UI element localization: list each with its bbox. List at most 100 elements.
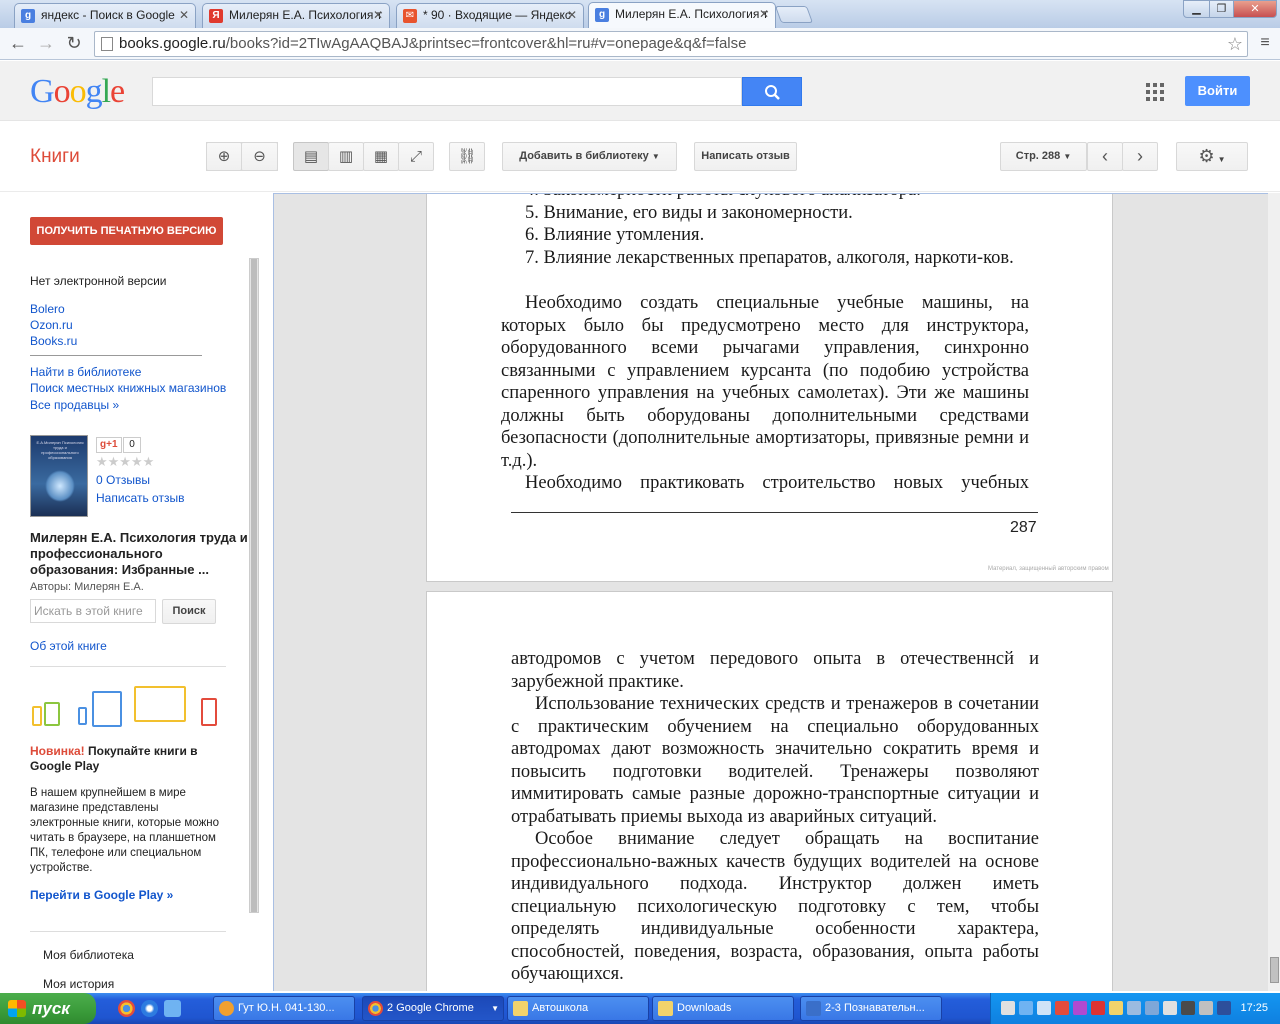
monitor-icon <box>134 686 186 722</box>
divider <box>30 931 226 932</box>
viewer-scrollbar[interactable] <box>1268 193 1280 991</box>
write-review-button[interactable]: Написать отзыв <box>694 142 797 171</box>
footer-rule <box>511 512 1038 513</box>
zoom-in-icon: ⊕ <box>217 148 231 165</box>
folder-icon <box>658 1001 673 1016</box>
app-quicklaunch-icon[interactable] <box>164 1000 181 1017</box>
clock: 17:25 <box>1240 1002 1268 1014</box>
tray-app-icon[interactable] <box>1199 1001 1213 1015</box>
local-stores-link[interactable]: Поиск местных книжных магазинов <box>30 380 226 396</box>
seller-link-ozon[interactable]: Ozon.ru <box>30 317 73 333</box>
zoom-in-button[interactable]: ⊕ <box>206 142 242 171</box>
tray-app-icon[interactable] <box>1145 1001 1159 1015</box>
sidebar-scrollbar[interactable] <box>249 258 259 913</box>
list-item: 5. Внимание, его виды и закономерности. <box>525 202 853 223</box>
seller-link-bolero[interactable]: Bolero <box>30 301 65 317</box>
get-print-version-button[interactable]: ПОЛУЧИТЬ ПЕЧАТНУЮ ВЕРСИЮ <box>30 217 223 245</box>
browser-tab-4-active[interactable]: g Милерян Е.А. Психология т ✕ <box>588 2 776 29</box>
close-tab-icon[interactable]: ✕ <box>373 8 383 22</box>
bookmark-star-icon[interactable]: ☆ <box>1227 32 1243 56</box>
google-search-input[interactable] <box>152 77 742 106</box>
reload-icon[interactable]: ↻ <box>62 32 86 56</box>
tray-app-icon[interactable] <box>1091 1001 1105 1015</box>
page-select[interactable]: Стр. 288 ▼ <box>1000 142 1087 171</box>
browser-tab-2[interactable]: Я Милерян Е.А. Психология т ✕ <box>202 3 390 28</box>
volume-icon[interactable] <box>1163 1001 1177 1015</box>
tray-app-icon[interactable] <box>1181 1001 1195 1015</box>
close-tab-icon[interactable]: ✕ <box>567 8 577 22</box>
taskbar-item-word[interactable]: 2-3 Познавательн... <box>800 996 942 1021</box>
start-button[interactable]: пуск <box>0 993 96 1024</box>
book-cover[interactable]: Е.А.Милерян Психология труда и профессио… <box>30 435 88 517</box>
network-icon[interactable] <box>1127 1001 1141 1015</box>
two-page-button[interactable]: ▥ <box>328 142 364 171</box>
taskbar-item-downloads[interactable]: Downloads <box>652 996 794 1021</box>
chevron-left-icon: ‹ <box>1102 146 1108 166</box>
zoom-out-icon: ⊖ <box>253 148 266 165</box>
phone-icon <box>78 707 87 725</box>
taskbar-item-folder[interactable]: Автошкола <box>507 996 649 1021</box>
close-window-icon[interactable]: ✕ <box>1233 0 1277 18</box>
minimize-icon[interactable]: ▁ <box>1183 0 1210 18</box>
browser-tab-1[interactable]: g яндекс - Поиск в Google ✕ <box>14 3 196 28</box>
tray-app-icon[interactable] <box>1055 1001 1069 1015</box>
my-history-link[interactable]: Моя история <box>43 976 114 991</box>
settings-button[interactable]: ⚙ ▼ <box>1176 142 1248 171</box>
tray-app-icon[interactable] <box>1073 1001 1087 1015</box>
add-to-library-label: Добавить в библиотеку <box>519 150 649 162</box>
write-review-link[interactable]: Написать отзыв <box>96 490 184 506</box>
sidebar-scroll-thumb[interactable] <box>251 259 257 912</box>
google-play-link[interactable]: Перейти в Google Play » <box>30 888 173 902</box>
tray-app-icon[interactable] <box>1019 1001 1033 1015</box>
new-tab-button[interactable] <box>774 6 814 23</box>
about-book-link[interactable]: Об этой книге <box>30 638 107 654</box>
close-tab-icon[interactable]: ✕ <box>759 7 769 21</box>
tray-app-icon[interactable] <box>1109 1001 1123 1015</box>
thumbnails-button[interactable]: ▦ <box>363 142 399 171</box>
forward-arrow-icon[interactable]: → <box>34 32 58 56</box>
paragraph: автодромов с учетом передового опыта в о… <box>511 649 1039 692</box>
address-bar[interactable]: books.google.ru/books?id=2TIwAgAAQBAJ&pr… <box>94 31 1248 57</box>
add-to-library-button[interactable]: Добавить в библиотеку ▼ <box>502 142 677 171</box>
reviews-count-link[interactable]: 0 Отзывы <box>96 472 150 488</box>
seller-link-books[interactable]: Books.ru <box>30 333 77 349</box>
apps-grid-icon[interactable] <box>1146 83 1164 101</box>
back-arrow-icon[interactable]: ← <box>6 32 30 56</box>
search-button[interactable] <box>742 77 802 106</box>
link-button[interactable]: ⛓ <box>449 142 485 171</box>
chrome-quicklaunch-icon[interactable] <box>118 1000 135 1017</box>
gear-icon: ⚙ <box>1198 146 1215 166</box>
chevron-down-icon: ▼ <box>1063 152 1072 161</box>
signin-button[interactable]: Войти <box>1185 76 1250 106</box>
previous-page-button[interactable]: ‹ <box>1087 142 1123 171</box>
books-title[interactable]: Книги <box>30 146 80 168</box>
find-in-library-link[interactable]: Найти в библиотеке <box>30 364 141 380</box>
browser-toolbar: ← → ↻ books.google.ru/books?id=2TIwAgAAQ… <box>0 28 1280 60</box>
close-tab-icon[interactable]: ✕ <box>179 8 189 22</box>
tray-app-icon[interactable] <box>1001 1001 1015 1015</box>
browser-tab-3[interactable]: ✉ * 90 · Входящие — Яндекс ✕ <box>396 3 584 28</box>
page-icon <box>101 37 113 51</box>
book-page-288: автодромов с учетом передового опыта в о… <box>426 591 1113 991</box>
search-in-book-button[interactable]: Поиск <box>162 599 216 624</box>
restore-icon[interactable]: ❐ <box>1209 0 1234 18</box>
viewer-scroll-thumb[interactable] <box>1270 957 1279 983</box>
taskbar-item-pdf[interactable]: Гут Ю.Н. 041-130... <box>213 996 355 1021</box>
all-sellers-link[interactable]: Все продавцы » <box>30 397 119 413</box>
chevron-down-icon: ▼ <box>491 1004 499 1013</box>
book-viewer[interactable]: 4. Закономерности работы слухового анали… <box>273 193 1280 991</box>
tab-title: * 90 · Входящие — Яндекс <box>423 8 571 22</box>
tray-app-icon[interactable] <box>1037 1001 1051 1015</box>
google-logo[interactable]: Google <box>30 73 125 111</box>
menu-icon[interactable]: ≡ <box>1253 32 1277 56</box>
tray-app-icon[interactable] <box>1217 1001 1231 1015</box>
single-page-button[interactable]: ▤ <box>293 142 329 171</box>
fullscreen-button[interactable]: ⤢ <box>398 142 434 171</box>
taskbar-item-chrome[interactable]: 2 Google Chrome ▼ <box>362 996 504 1021</box>
next-page-button[interactable]: › <box>1122 142 1158 171</box>
my-library-link[interactable]: Моя библиотека <box>43 947 134 963</box>
gplus-button[interactable]: g+1 <box>96 437 122 453</box>
zoom-out-button[interactable]: ⊖ <box>241 142 278 171</box>
search-in-book-input[interactable]: Искать в этой книге <box>30 599 156 623</box>
ie-quicklaunch-icon[interactable] <box>141 1000 158 1017</box>
